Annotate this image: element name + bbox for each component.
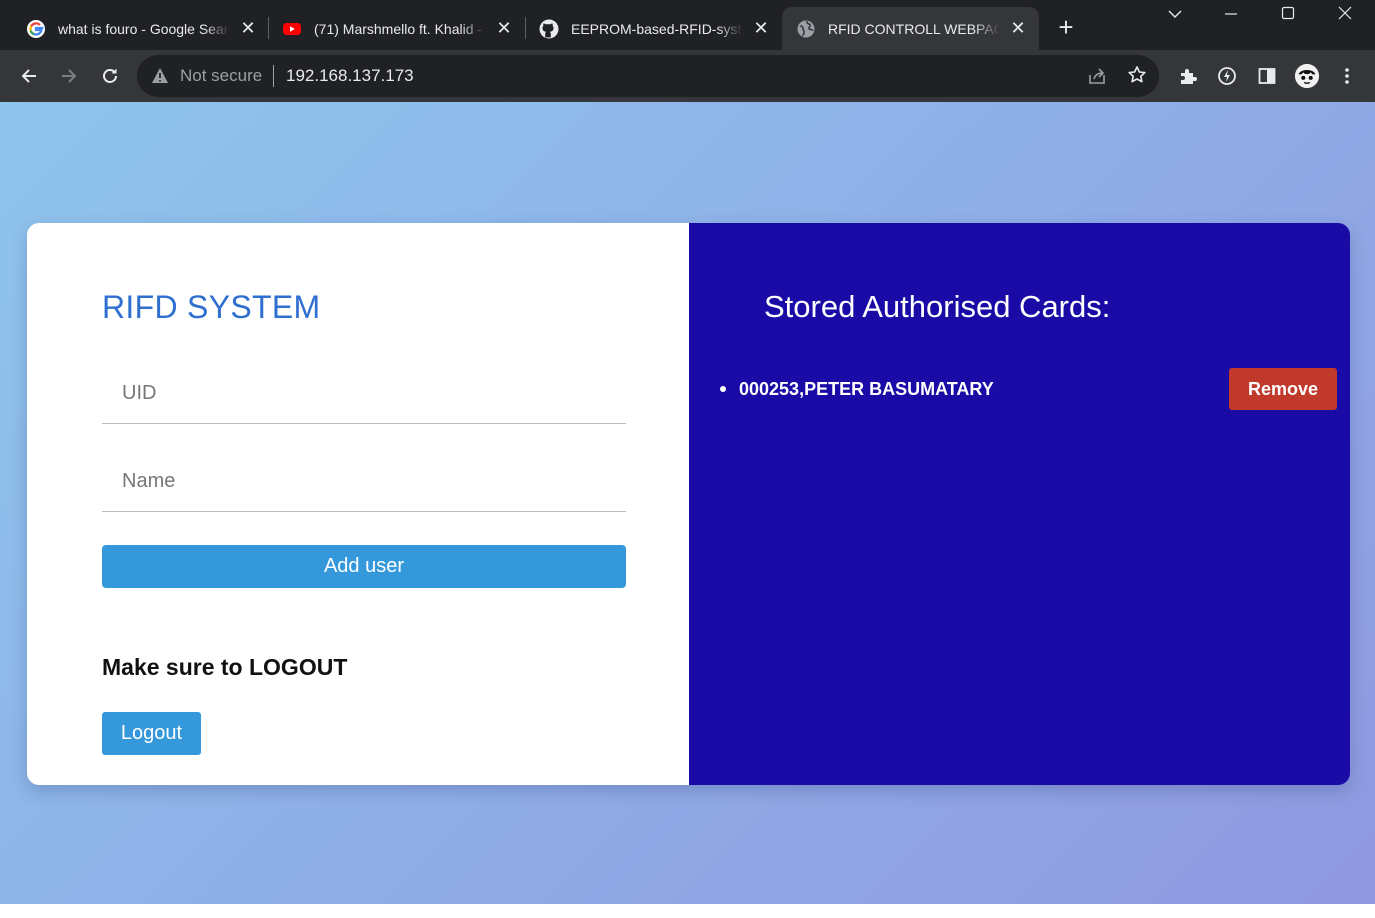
profile-avatar-icon[interactable] xyxy=(1294,63,1320,89)
card-entry-text: 000253,PETER BASUMATARY xyxy=(739,378,994,399)
performance-icon[interactable] xyxy=(1214,63,1240,89)
tab-title: what is fouro - Google Search xyxy=(58,20,230,37)
bullet xyxy=(720,386,726,392)
tab-title: (71) Marshmello ft. Khalid - Silence xyxy=(314,20,486,37)
globe-icon xyxy=(796,19,816,39)
address-bar[interactable]: Not secure 192.168.137.173 xyxy=(137,55,1159,97)
remove-button[interactable]: Remove xyxy=(1229,368,1337,410)
tab-strip: what is fouro - Google Search ✕ (71) Mar… xyxy=(0,0,1375,50)
tab-title: EEPROM-based-RFID-system xyxy=(571,20,743,37)
stored-cards-panel: Stored Authorised Cards: 000253,PETER BA… xyxy=(689,223,1350,785)
youtube-icon xyxy=(282,19,302,39)
close-window-icon[interactable] xyxy=(1325,6,1365,26)
browser-toolbar: Not secure 192.168.137.173 xyxy=(0,50,1375,102)
warning-icon[interactable] xyxy=(151,67,169,89)
bottom-edge xyxy=(0,904,1375,918)
tab-rfid-controll[interactable]: RFID CONTROLL WEBPAGE ✕ xyxy=(782,7,1039,50)
extensions-icon[interactable] xyxy=(1175,63,1201,89)
stored-cards-title: Stored Authorised Cards: xyxy=(764,289,1111,324)
tab-title: RFID CONTROLL WEBPAGE xyxy=(828,20,1000,37)
not-secure-label[interactable]: Not secure xyxy=(180,66,262,86)
tab-search-chevron-icon[interactable] xyxy=(1155,6,1195,26)
forward-icon[interactable] xyxy=(56,63,82,89)
tab-google-search[interactable]: what is fouro - Google Search ✕ xyxy=(0,7,256,50)
close-icon[interactable]: ✕ xyxy=(496,18,512,39)
github-icon xyxy=(539,19,559,39)
star-icon[interactable] xyxy=(1127,65,1147,90)
list-item: 000253,PETER BASUMATARY Remove xyxy=(719,368,1337,410)
maximize-icon[interactable] xyxy=(1268,6,1308,26)
share-icon[interactable] xyxy=(1087,66,1107,91)
logout-note: Make sure to LOGOUT xyxy=(102,654,348,680)
reload-icon[interactable] xyxy=(97,63,123,89)
side-panel-icon[interactable] xyxy=(1254,63,1280,89)
add-user-button[interactable]: Add user xyxy=(102,545,626,588)
google-icon xyxy=(26,19,46,39)
omnibox-divider xyxy=(273,65,274,87)
uid-input[interactable] xyxy=(102,364,626,424)
tab-youtube[interactable]: (71) Marshmello ft. Khalid - Silence ✕ xyxy=(256,7,512,50)
name-input[interactable] xyxy=(102,452,626,512)
close-icon[interactable]: ✕ xyxy=(753,18,769,39)
close-icon[interactable]: ✕ xyxy=(240,18,256,39)
cards-list: 000253,PETER BASUMATARY Remove xyxy=(719,368,1337,410)
page-title: RIFD SYSTEM xyxy=(102,289,321,325)
back-icon[interactable] xyxy=(16,63,42,89)
new-tab-icon[interactable]: + xyxy=(1053,14,1079,40)
tab-github[interactable]: EEPROM-based-RFID-system ✕ xyxy=(513,7,769,50)
logout-button[interactable]: Logout xyxy=(102,712,201,755)
close-icon[interactable]: ✕ xyxy=(1010,18,1026,39)
url-text[interactable]: 192.168.137.173 xyxy=(286,66,414,86)
add-user-panel: RIFD SYSTEM Add user Make sure to LOGOUT… xyxy=(27,223,689,785)
minimize-icon[interactable] xyxy=(1211,6,1251,26)
rfid-card-container: RIFD SYSTEM Add user Make sure to LOGOUT… xyxy=(27,223,1350,785)
page-viewport: RIFD SYSTEM Add user Make sure to LOGOUT… xyxy=(0,102,1375,904)
menu-dots-icon[interactable] xyxy=(1334,63,1360,89)
